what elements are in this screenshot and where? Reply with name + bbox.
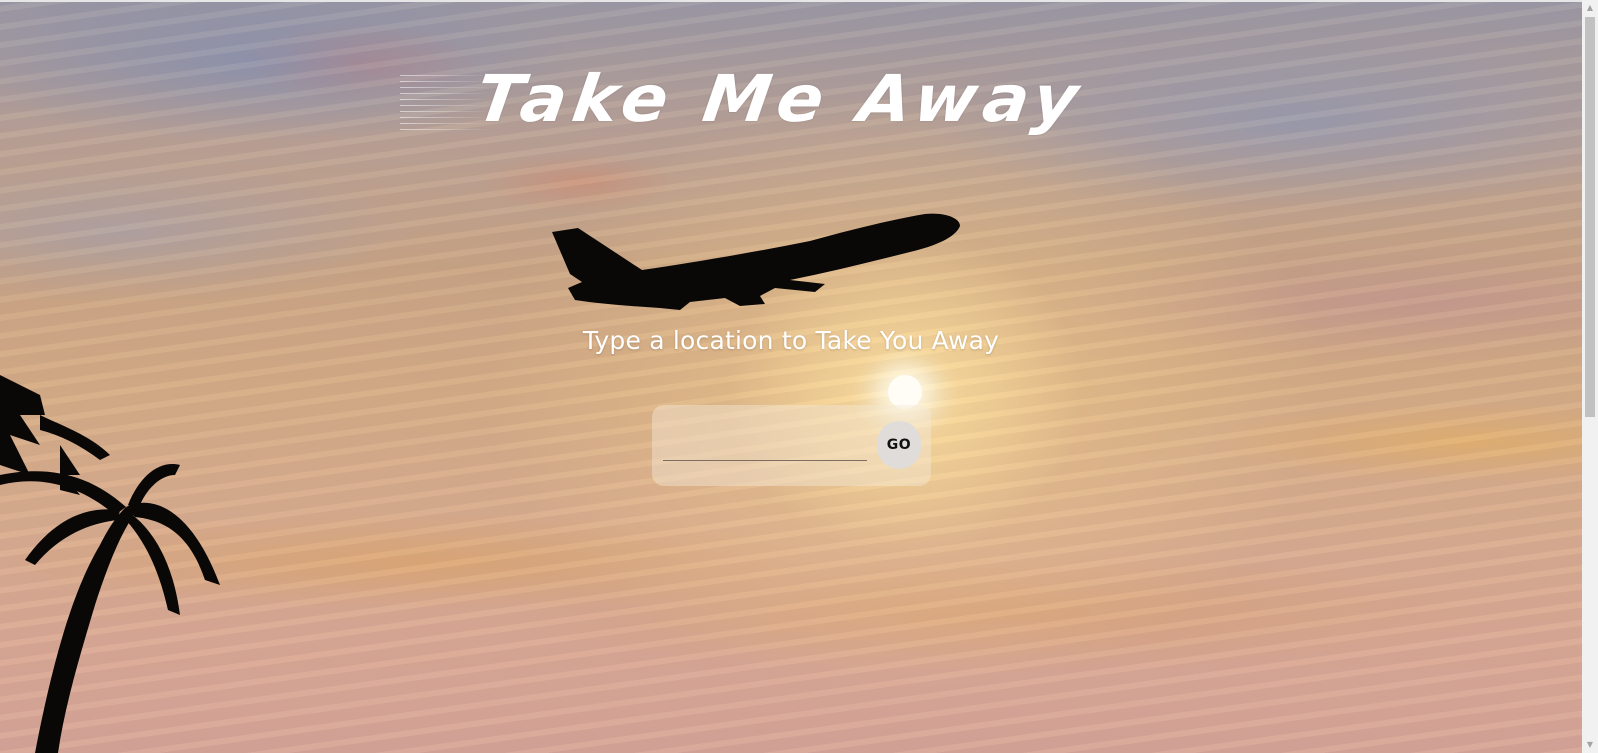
window-top-border — [0, 0, 1582, 2]
scroll-up-icon[interactable]: ▲ — [1582, 0, 1598, 16]
title-banner: Take Me Away — [400, 60, 1160, 140]
location-prompt: Type a location to Take You Away — [582, 326, 1000, 355]
search-panel: GO — [652, 405, 931, 486]
palm-tree-icon — [0, 375, 220, 753]
go-button[interactable]: GO — [877, 421, 921, 469]
location-input[interactable] — [663, 427, 867, 461]
airplane-icon — [552, 213, 960, 310]
page: Take Me Away Type a location to Take You… — [0, 0, 1598, 753]
sun-icon — [888, 375, 922, 409]
scroll-down-icon[interactable]: ▼ — [1582, 737, 1598, 753]
page-title: Take Me Away — [471, 62, 1089, 138]
vertical-scrollbar[interactable]: ▲ ▼ — [1582, 0, 1598, 753]
scroll-thumb[interactable] — [1585, 17, 1595, 417]
